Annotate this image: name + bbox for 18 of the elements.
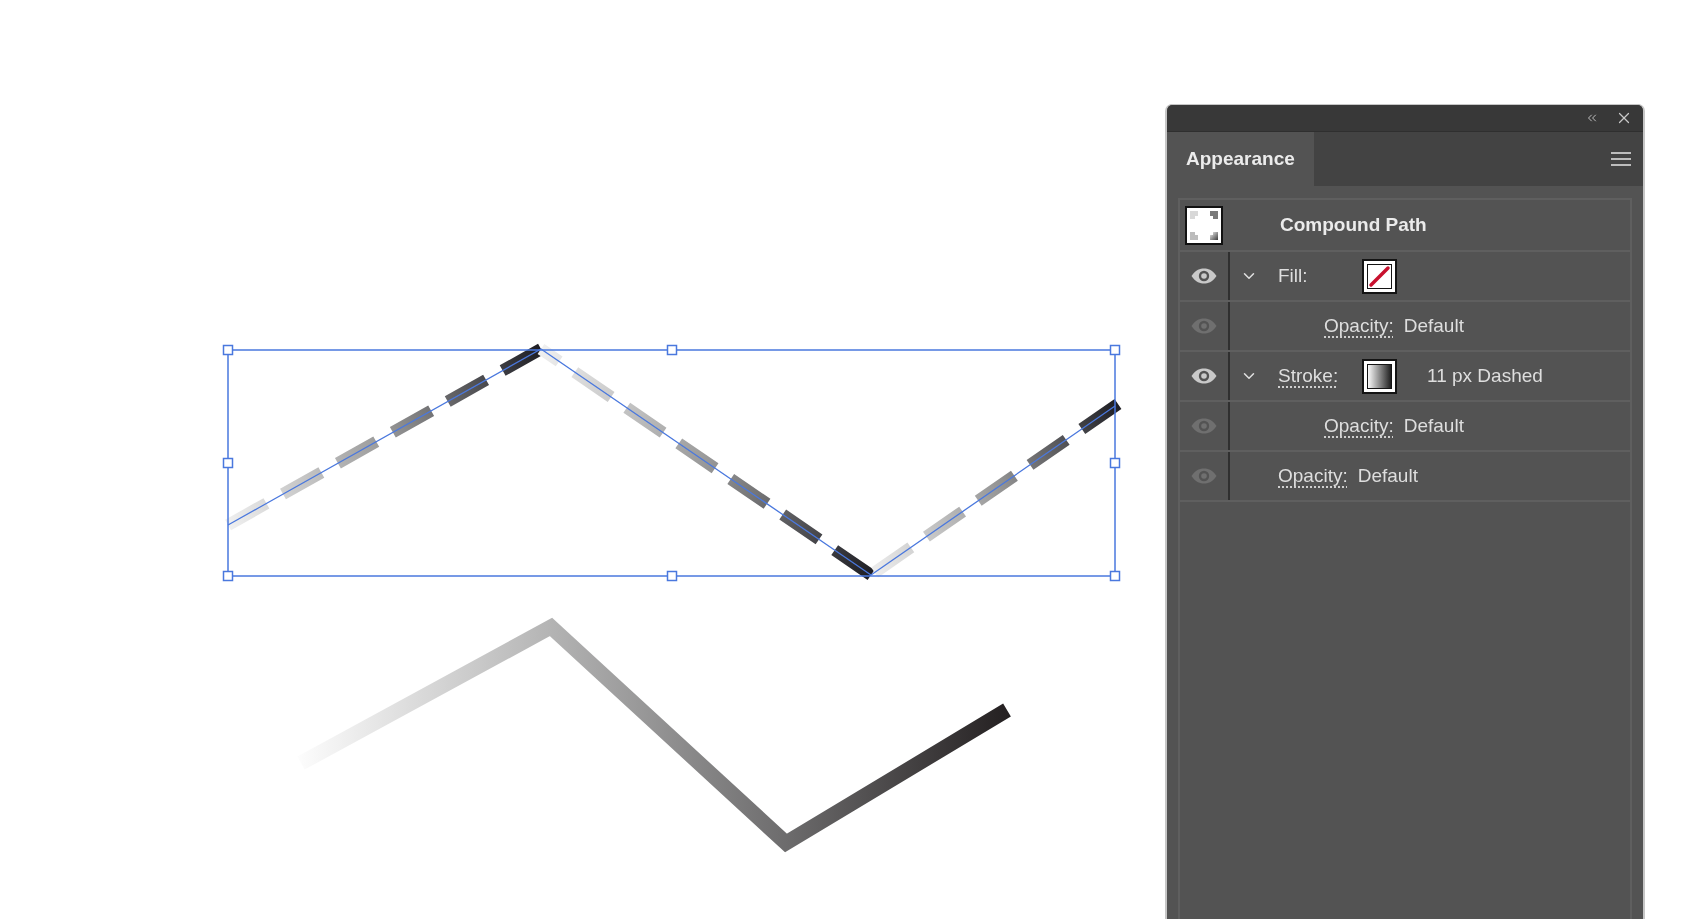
attribute-link[interactable]: Opacity: [1324, 411, 1394, 441]
attribute-label: Fill: [1278, 263, 1308, 288]
eye-icon[interactable] [1191, 268, 1217, 284]
attribute-value: Default [1357, 463, 1418, 488]
menu-icon[interactable] [1611, 152, 1631, 166]
attribute-link[interactable]: Opacity: [1278, 461, 1348, 491]
attribute-value: Default [1403, 413, 1464, 438]
attribute-value: Default [1403, 313, 1464, 338]
panel-tab[interactable]: Appearance [1167, 132, 1314, 186]
attribute-value: 11 px Dashed [1427, 363, 1543, 388]
object-name: Compound Path [1280, 212, 1427, 237]
double-chevron-icon[interactable] [1585, 111, 1599, 125]
path-thumbnail-icon [1185, 205, 1223, 245]
no-color-swatch-icon[interactable] [1362, 258, 1397, 294]
gradient-swatch-icon[interactable] [1362, 358, 1397, 394]
attribute-link[interactable]: Stroke: [1278, 361, 1339, 391]
attribute-link[interactable]: Opacity: [1324, 311, 1394, 341]
eye-icon[interactable] [1191, 368, 1217, 384]
